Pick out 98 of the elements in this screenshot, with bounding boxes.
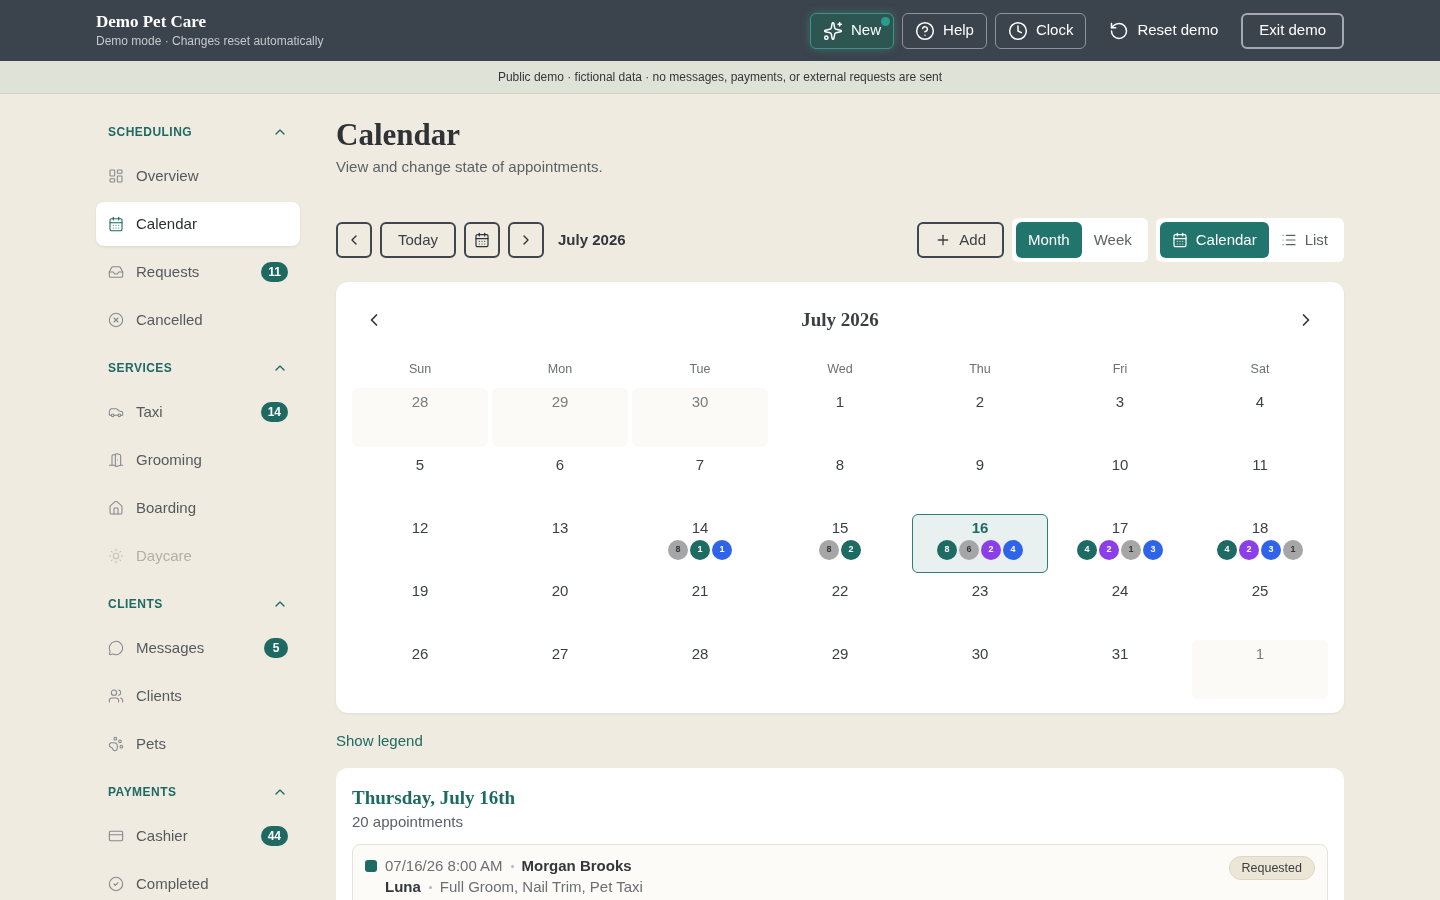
inbox-icon bbox=[108, 264, 124, 280]
status-badge: Requested bbox=[1228, 856, 1315, 880]
app-title: Demo Pet Care bbox=[96, 12, 208, 32]
appointment-count-badge: 4 bbox=[1003, 540, 1023, 560]
weekday-label: Wed bbox=[827, 361, 853, 378]
clock-button[interactable]: Clock bbox=[994, 12, 1087, 49]
sidebar-item[interactable]: Pets bbox=[96, 722, 300, 766]
calendar-icon bbox=[1171, 232, 1188, 248]
sparkles-icon bbox=[823, 20, 844, 41]
sidebar-item[interactable]: Cancelled bbox=[96, 298, 300, 342]
appointment-count-badge: 2 bbox=[841, 540, 861, 560]
list-icon bbox=[1280, 232, 1297, 248]
sidebar-item[interactable]: Taxi 14 bbox=[96, 390, 300, 434]
appointment-count-badge: 1 bbox=[1121, 540, 1141, 560]
appointment-count-badge: 6 bbox=[959, 540, 979, 560]
day-cell[interactable]: 29 bbox=[492, 388, 628, 447]
appointment-count-badge: 3 bbox=[1143, 540, 1163, 560]
view-tab[interactable]: Month bbox=[1016, 222, 1082, 258]
calendar-icon bbox=[474, 232, 491, 248]
weekday-label: Sat bbox=[1250, 361, 1270, 378]
count-badge: 5 bbox=[264, 638, 288, 658]
appointment-count-badge: 1 bbox=[712, 540, 732, 560]
service-list: Full Groom, Nail Trim, Pet Taxi bbox=[439, 875, 643, 899]
weekday-label: Tue bbox=[689, 361, 711, 378]
app-subtitle: Demo mode · Changes reset automatically bbox=[96, 33, 324, 49]
help-icon bbox=[915, 20, 936, 41]
calendar-icon bbox=[108, 216, 124, 232]
layout-tab[interactable]: List bbox=[1268, 222, 1340, 258]
appointment-count-badge: 2 bbox=[1099, 540, 1119, 560]
sidebar-item[interactable]: Messages 5 bbox=[96, 626, 300, 670]
sidebar-item[interactable]: Clients bbox=[96, 674, 300, 718]
x-circle-icon bbox=[108, 312, 124, 328]
check-circle-icon bbox=[108, 876, 124, 892]
weekday-label: Sun bbox=[408, 361, 432, 378]
calendar-month-title: July 2026 bbox=[801, 307, 879, 332]
layout-tab[interactable]: Calendar bbox=[1159, 222, 1269, 258]
appointment-count-badge: 1 bbox=[690, 540, 710, 560]
previous-period-button[interactable] bbox=[336, 222, 372, 258]
sidebar-item[interactable]: Cashier 44 bbox=[96, 814, 300, 858]
day-cell[interactable]: 28 bbox=[352, 388, 488, 447]
sun-icon bbox=[108, 548, 124, 564]
next-period-button[interactable] bbox=[508, 222, 545, 258]
today-button[interactable]: Today bbox=[380, 222, 457, 258]
section-header[interactable]: SCHEDULING bbox=[96, 122, 300, 142]
page-subtitle: View and change state of appointments. bbox=[336, 157, 604, 177]
people-icon bbox=[108, 688, 124, 704]
day-cell[interactable]: 16 8 6 2 4 bbox=[912, 514, 1048, 573]
page-title: Calendar bbox=[336, 116, 461, 154]
appointment-time: 07/16/26 8:00 AM bbox=[385, 855, 503, 876]
weekday-label: Thu bbox=[969, 361, 991, 378]
house-icon bbox=[108, 500, 124, 516]
sidebar-item[interactable]: Completed bbox=[96, 862, 300, 900]
day-cell[interactable]: 30 bbox=[632, 388, 768, 447]
paw-icon bbox=[108, 736, 124, 752]
clock-icon bbox=[1007, 20, 1028, 41]
appointment-count-badge: 2 bbox=[1239, 540, 1259, 560]
section-header[interactable]: CLIENTS bbox=[96, 594, 300, 614]
current-period: July 2026 bbox=[558, 229, 626, 250]
day-cell[interactable]: 1 bbox=[1192, 640, 1328, 699]
date-picker-button[interactable] bbox=[464, 222, 501, 258]
sidebar-item[interactable]: Grooming bbox=[96, 438, 300, 482]
section-header[interactable]: SERVICES bbox=[96, 358, 300, 378]
dashboard-icon bbox=[108, 168, 124, 184]
weekday-label: Mon bbox=[547, 361, 573, 378]
demo-notice-banner: Public demo · fictional data · no messages, payments, or external requests are sent bbox=[0, 61, 1440, 94]
count-badge: 14 bbox=[260, 402, 288, 422]
client-name: Morgan Brooks bbox=[521, 855, 632, 876]
sidebar-item[interactable]: Calendar bbox=[96, 202, 300, 246]
appointment-count-badge: 8 bbox=[819, 540, 839, 560]
count-badge: 11 bbox=[261, 262, 288, 282]
appointment-count-badge: 2 bbox=[981, 540, 1001, 560]
help-button[interactable]: Help bbox=[902, 12, 987, 49]
count-badge: 44 bbox=[260, 826, 288, 846]
circular-arrow-icon bbox=[1109, 20, 1130, 41]
appointment-count-badge: 1 bbox=[1283, 540, 1303, 560]
door-icon bbox=[108, 452, 124, 468]
appointment-count: 20 appointments bbox=[352, 812, 464, 832]
appointment-count-badge: 4 bbox=[1217, 540, 1237, 560]
weekday-label: Fri bbox=[1112, 361, 1128, 378]
section-header[interactable]: PAYMENTS bbox=[96, 782, 300, 802]
show-legend-link[interactable]: Show legend bbox=[336, 729, 423, 753]
add-button[interactable]: Add bbox=[917, 222, 1004, 258]
sidebar-item[interactable]: Boarding bbox=[96, 486, 300, 530]
appointment-row[interactable]: 07/16/26 8:00 AM Morgan Brooks Luna Full Groom, Nail Trim, Pet Taxi Requested bbox=[352, 844, 1328, 900]
pet-name: Luna bbox=[385, 876, 421, 897]
sidebar-item[interactable]: Requests 11 bbox=[96, 250, 300, 294]
new-button[interactable]: New bbox=[810, 12, 895, 49]
appointment-count-badge: 8 bbox=[668, 540, 688, 560]
sidebar-item[interactable]: Overview bbox=[96, 154, 300, 198]
view-tab[interactable]: Week bbox=[1081, 222, 1144, 258]
appointment-count-badge: 3 bbox=[1261, 540, 1281, 560]
credit-card-icon bbox=[108, 828, 124, 844]
appointment-count-badge: 4 bbox=[1077, 540, 1097, 560]
day-detail-title: Thursday, July 16th bbox=[352, 786, 517, 810]
exit-demo-button[interactable]: Exit demo bbox=[1241, 12, 1344, 49]
reset-demo-button[interactable]: Reset demo bbox=[1094, 12, 1234, 49]
appointment-count-badge: 8 bbox=[937, 540, 957, 560]
speech-bubble-icon bbox=[108, 640, 124, 656]
